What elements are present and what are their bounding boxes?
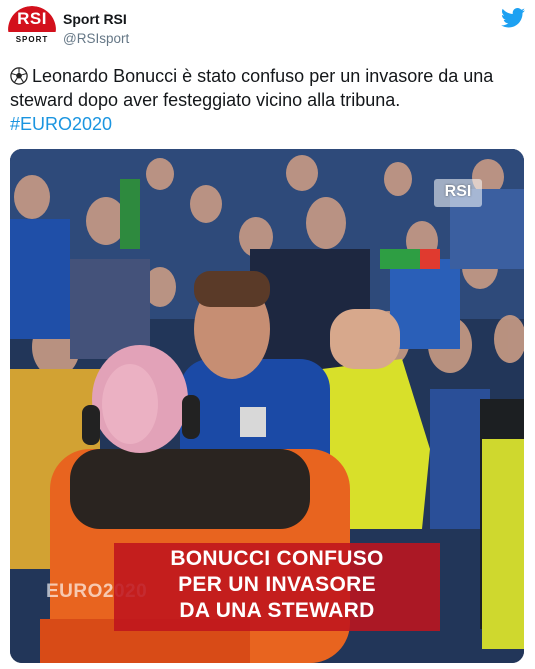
video-caption: BONUCCI CONFUSO PER UN INVASORE DA UNA S… — [114, 543, 440, 631]
video-media[interactable]: RSI EURO2020 BONUCCI CONFUSO PER UN INVA… — [10, 149, 524, 663]
hashtag-link[interactable]: #EURO2020 — [10, 114, 112, 134]
soccer-ball-icon — [10, 67, 28, 85]
avatar-logo-subtext: SPORT — [15, 35, 49, 44]
caption-line: DA UNA STEWARD — [179, 599, 375, 622]
twitter-bird-icon[interactable] — [501, 8, 525, 28]
rsi-watermark: RSI — [434, 179, 482, 207]
tweet-body: Leonardo Bonucci è stato confuso per un … — [10, 64, 525, 136]
tweet-text: Leonardo Bonucci è stato confuso per un … — [10, 66, 494, 110]
account-name[interactable]: Sport RSI — [63, 11, 127, 27]
avatar-logo-text: RSI — [17, 9, 47, 28]
caption-line: PER UN INVASORE — [178, 573, 376, 596]
caption-line: BONUCCI CONFUSO — [170, 547, 384, 570]
account-handle[interactable]: @RSIsport — [63, 31, 129, 46]
tweet-header: RSI SPORT Sport RSI @RSIsport — [8, 6, 527, 50]
avatar[interactable]: RSI SPORT — [8, 6, 56, 50]
